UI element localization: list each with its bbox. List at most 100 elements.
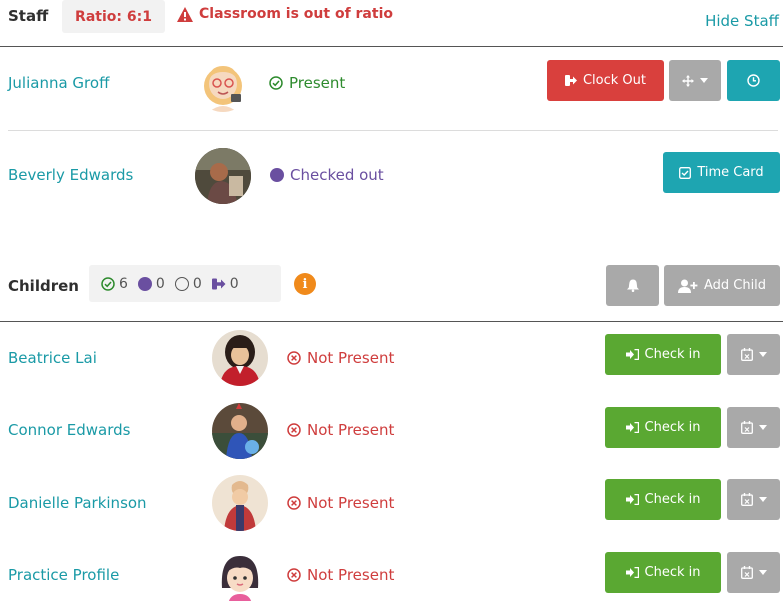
- child-avatar[interactable]: [212, 403, 268, 459]
- checked-out-dot-icon: [270, 168, 284, 182]
- schedule-dropdown[interactable]: [727, 334, 780, 375]
- filled-circle-icon: [137, 276, 152, 291]
- ratio-badge: Ratio: 6:1: [62, 0, 165, 33]
- clock-icon: [747, 74, 760, 87]
- check-circle-icon: [101, 276, 115, 291]
- check-square-icon: [679, 166, 692, 179]
- child-status: Not Present: [287, 566, 394, 584]
- count-value: 0: [229, 275, 239, 292]
- child-status: Not Present: [287, 349, 394, 367]
- x-circle-icon: [287, 568, 301, 582]
- move-staff-dropdown[interactable]: [669, 60, 721, 101]
- status-text: Present: [289, 74, 346, 92]
- avatar-photo: [212, 475, 268, 531]
- avatar-photo: [212, 403, 268, 459]
- x-circle-icon: [287, 351, 301, 365]
- child-avatar[interactable]: [212, 330, 268, 386]
- child-avatar[interactable]: [212, 475, 268, 531]
- attendance-counts: 6 0 0 0: [89, 265, 281, 302]
- staff-avatar[interactable]: [195, 56, 251, 112]
- button-label: Time Card: [697, 165, 764, 180]
- bell-icon: [626, 279, 639, 292]
- check-circle-icon: [269, 76, 283, 90]
- present-count: 6: [101, 276, 128, 292]
- button-label: Check in: [644, 492, 701, 507]
- empty-circle-icon: [174, 276, 189, 291]
- time-card-button[interactable]: Time Card: [663, 152, 780, 193]
- calendar-x-icon: [740, 493, 753, 506]
- child-name-link[interactable]: Practice Profile: [8, 566, 119, 584]
- row-divider: [8, 130, 778, 131]
- status-text: Not Present: [307, 566, 395, 584]
- check-in-button[interactable]: Check in: [605, 479, 721, 520]
- status-text: Checked out: [290, 166, 384, 184]
- children-section-title: Children: [8, 277, 79, 295]
- count-value: 0: [155, 275, 165, 292]
- calendar-x-icon: [740, 348, 753, 361]
- button-label: Check in: [644, 347, 701, 362]
- check-in-button[interactable]: Check in: [605, 334, 721, 375]
- children-divider: [0, 321, 783, 322]
- child-avatar[interactable]: [212, 548, 268, 601]
- avatar-photo: [195, 148, 251, 204]
- avatar-illustration: [204, 66, 242, 112]
- transferred-count: 0: [211, 275, 239, 292]
- user-plus-icon: [677, 279, 698, 293]
- count-value: 0: [192, 275, 202, 292]
- staff-avatar[interactable]: [195, 148, 251, 204]
- status-text: Not Present: [307, 494, 395, 512]
- count-value: 6: [119, 275, 128, 292]
- caret-down-icon: [758, 570, 767, 575]
- check-in-button[interactable]: Check in: [605, 407, 721, 448]
- avatar-photo: [212, 330, 268, 386]
- child-name-link[interactable]: Beatrice Lai: [8, 349, 97, 367]
- status-text: Not Present: [307, 421, 395, 439]
- clock-out-button[interactable]: Clock Out: [547, 60, 664, 101]
- button-label: Check in: [644, 565, 701, 580]
- schedule-dropdown[interactable]: [727, 552, 780, 593]
- add-child-button[interactable]: Add Child: [664, 265, 780, 306]
- caret-down-icon: [758, 497, 767, 502]
- info-icon[interactable]: i: [294, 273, 316, 295]
- staff-section-title: Staff: [8, 7, 49, 25]
- time-history-button[interactable]: [727, 60, 780, 101]
- notify-button[interactable]: [606, 265, 659, 306]
- staff-name-link[interactable]: Julianna Groff: [8, 74, 109, 92]
- x-circle-icon: [287, 423, 301, 437]
- staff-status: Present: [269, 74, 345, 92]
- sign-in-icon: [625, 567, 639, 578]
- button-label: Add Child: [703, 278, 767, 293]
- out-of-ratio-warning: Classroom is out of ratio: [177, 6, 393, 22]
- check-in-button[interactable]: Check in: [605, 552, 721, 593]
- schedule-dropdown[interactable]: [727, 407, 780, 448]
- child-name-link[interactable]: Connor Edwards: [8, 421, 130, 439]
- arrows-move-icon: [682, 74, 694, 87]
- avatar-illustration: [221, 556, 259, 601]
- staff-divider: [0, 46, 783, 47]
- caret-down-icon: [758, 352, 767, 357]
- calendar-x-icon: [740, 566, 753, 579]
- status-text: Not Present: [307, 349, 395, 367]
- sign-in-icon: [625, 494, 639, 505]
- caret-down-icon: [758, 425, 767, 430]
- child-status: Not Present: [287, 421, 394, 439]
- staff-status: Checked out: [270, 166, 384, 184]
- child-status: Not Present: [287, 494, 394, 512]
- sign-in-icon: [625, 422, 639, 433]
- child-name-link[interactable]: Danielle Parkinson: [8, 494, 147, 512]
- caret-down-icon: [700, 78, 708, 83]
- checked-out-count: 0: [137, 275, 165, 292]
- button-label: Check in: [644, 420, 701, 435]
- sign-out-icon: [211, 278, 226, 289]
- staff-name-link[interactable]: Beverly Edwards: [8, 166, 133, 184]
- hide-staff-link[interactable]: Hide Staff: [705, 12, 779, 30]
- ratio-text: Ratio: 6:1: [75, 8, 152, 25]
- warning-text: Classroom is out of ratio: [199, 6, 393, 22]
- absent-count: 0: [174, 275, 202, 292]
- warning-icon: [177, 6, 193, 22]
- x-circle-icon: [287, 496, 301, 510]
- schedule-dropdown[interactable]: [727, 479, 780, 520]
- sign-out-icon: [564, 75, 577, 86]
- calendar-x-icon: [740, 421, 753, 434]
- button-label: Clock Out: [582, 73, 647, 88]
